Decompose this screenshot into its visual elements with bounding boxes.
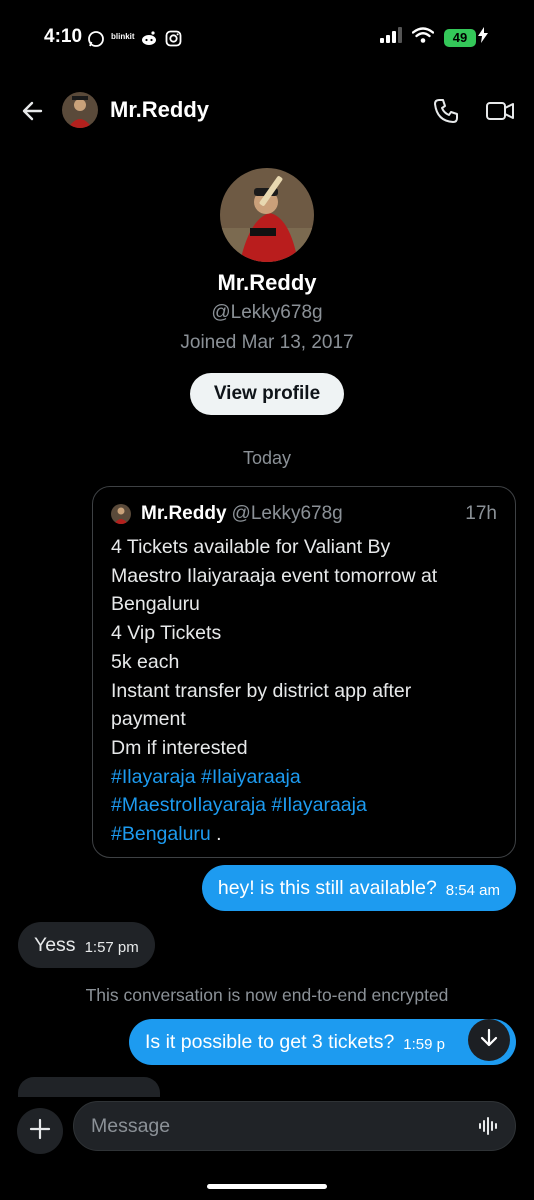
add-attachment-button[interactable] <box>17 1108 63 1154</box>
conversation-header: Mr.Reddy <box>0 78 534 144</box>
message-bubble-outgoing[interactable]: Is it possible to get 3 tickets? 1:59 p <box>129 1019 516 1065</box>
battery-level: 49 <box>452 30 468 45</box>
post-line: Dm if interested <box>111 736 248 759</box>
battery-icon: 49 <box>444 28 476 47</box>
message-bubble-incoming[interactable]: Yess 1:57 pm <box>18 922 155 968</box>
shared-post-header: Mr.Reddy @Lekky678g 17h <box>111 501 497 527</box>
hashtag-line: #Ilayaraja #Ilaiyaraaja <box>111 763 497 792</box>
shared-post-author-handle: @Lekky678g <box>231 503 343 524</box>
post-line: 5k each <box>111 650 180 673</box>
charging-icon <box>478 27 488 48</box>
post-line: Maestro Ilaiyaraaja event tomorrow at <box>111 564 438 587</box>
partial-message-bubble <box>18 1077 160 1097</box>
header-avatar[interactable] <box>62 92 98 128</box>
message-time: 8:54 am <box>445 881 500 899</box>
date-separator: Today <box>242 448 292 468</box>
whatsapp-icon <box>87 30 105 53</box>
profile-name: Mr.Reddy <box>217 270 317 295</box>
message-time: 1:57 pm <box>84 938 139 956</box>
post-line: Bengaluru <box>111 593 200 616</box>
shared-post-text: 4 Tickets available for Valiant By Maest… <box>111 533 497 849</box>
post-end-punctuation: . <box>210 823 222 846</box>
video-camera-icon[interactable] <box>484 95 516 127</box>
status-bar: 4:10 blinkit 49 <box>0 0 534 78</box>
hashtag-link[interactable]: #Bengaluru <box>111 823 211 845</box>
message-text: Yess <box>34 933 76 956</box>
post-line: Instant transfer by district app after <box>111 679 412 702</box>
post-line: payment <box>111 708 186 731</box>
waveform-icon[interactable] <box>476 1113 502 1139</box>
hashtag-link[interactable]: #MaestroIlayaraja <box>111 794 266 816</box>
instagram-icon <box>165 30 182 52</box>
signal-icon <box>380 27 402 48</box>
post-line: 4 Tickets available for Valiant By <box>111 536 391 558</box>
reddit-icon <box>140 30 158 51</box>
phone-icon[interactable] <box>430 95 462 127</box>
message-time: 1:59 p <box>403 1035 446 1053</box>
post-line: 4 Vip Tickets <box>111 622 222 645</box>
scroll-to-bottom-button[interactable] <box>468 1019 510 1061</box>
profile-joined-date: Joined Mar 13, 2017 <box>180 332 354 353</box>
hashtag-line: #MaestroIlayaraja #Ilayaraaja <box>111 791 497 820</box>
status-icons: 49 <box>380 27 488 48</box>
wifi-icon <box>411 27 435 48</box>
message-input[interactable] <box>73 1101 516 1151</box>
hashtag-link[interactable]: #Ilayaraja <box>111 766 196 788</box>
hashtag-line: #Bengaluru . <box>111 820 497 849</box>
shared-post-card[interactable]: Mr.Reddy @Lekky678g 17h 4 Tickets availa… <box>92 486 516 858</box>
shared-post-author-name: Mr.Reddy <box>141 503 227 524</box>
message-text: Is it possible to get 3 tickets? <box>145 1030 395 1053</box>
hashtag-link[interactable]: #Ilayaraaja <box>271 794 366 816</box>
shared-post-avatar <box>111 504 131 524</box>
back-arrow-icon[interactable] <box>18 96 48 126</box>
shared-post-time: 17h <box>465 503 497 524</box>
header-name[interactable]: Mr.Reddy <box>110 97 209 123</box>
status-time: 4:10 <box>44 26 83 47</box>
encryption-notice: This conversation is now end-to-end encr… <box>85 985 449 1005</box>
hashtag-link[interactable]: #Ilaiyaraaja <box>201 766 301 788</box>
message-text: hey! is this still available? <box>217 876 437 899</box>
profile-avatar[interactable] <box>220 168 314 262</box>
blinkit-icon: blinkit <box>111 32 135 41</box>
message-composer <box>0 1098 534 1160</box>
message-bubble-outgoing[interactable]: hey! is this still available? 8:54 am <box>201 865 516 911</box>
home-indicator <box>207 1184 327 1189</box>
arrow-down-icon <box>478 1027 500 1054</box>
plus-icon <box>29 1118 51 1145</box>
view-profile-button[interactable]: View profile <box>190 373 344 415</box>
profile-handle: @Lekky678g <box>211 302 323 323</box>
